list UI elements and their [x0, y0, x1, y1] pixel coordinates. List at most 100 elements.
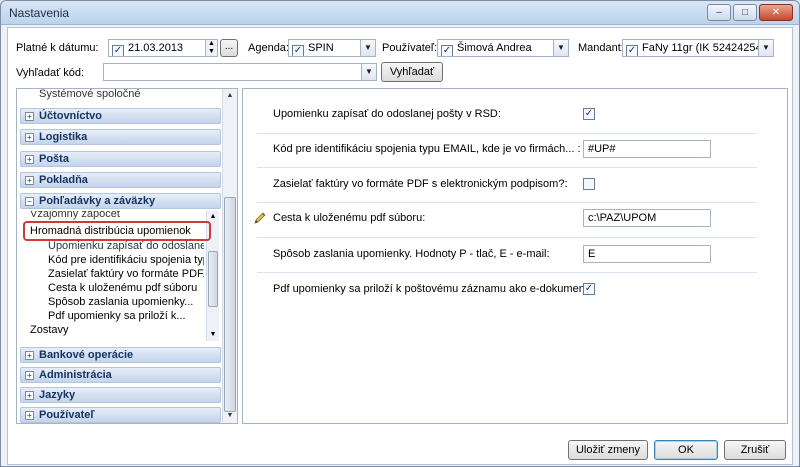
- setting-label: Kód pre identifikáciu spojenia typu EMAI…: [273, 143, 581, 155]
- mandant-label: Mandant:: [578, 42, 624, 54]
- tree-group-label: Používateľ: [39, 409, 95, 421]
- tree-group-jazyky[interactable]: + Jazyky: [20, 387, 221, 403]
- setting-label: Pdf upomienky sa priloží k poštovému záz…: [273, 283, 591, 295]
- user-value: Šimová Andrea: [457, 42, 532, 54]
- collapse-icon[interactable]: −: [25, 197, 34, 206]
- date-more-button[interactable]: ...: [220, 39, 238, 57]
- expand-icon[interactable]: +: [25, 371, 34, 380]
- tree-scrollbar[interactable]: ▲ ▼: [222, 89, 237, 423]
- user-label: Používateľ:: [382, 42, 438, 54]
- setting-row: Spôsob zaslania upomienky. Hodnoty P - t…: [243, 239, 787, 271]
- tree-group-label: Pošta: [39, 153, 69, 165]
- pencil-icon: [254, 212, 266, 224]
- setting-row: Upomienku zapísať do odoslanej pošty v R…: [243, 99, 787, 131]
- settings-window: Nastavenia ‒ □ ✕ Platné k dátumu: ✓ 21.03…: [0, 0, 800, 467]
- date-value: 21.03.2013: [128, 42, 184, 54]
- setting-label: Zasielať faktúry vo formáte PDF s elektr…: [273, 178, 568, 190]
- tree-child-item[interactable]: Kód pre identifikáciu spojenia typu...: [48, 254, 204, 266]
- scroll-up-icon[interactable]: ▲: [223, 89, 237, 103]
- tree-group-posta[interactable]: + Pošta: [20, 151, 221, 167]
- tree-group-logistika[interactable]: + Logistika: [20, 129, 221, 145]
- agenda-label: Agenda:: [248, 42, 289, 54]
- date-field[interactable]: ✓ 21.03.2013 ▲ ▼: [108, 39, 218, 57]
- user-select[interactable]: ✓ Šimová Andrea ▼: [437, 39, 569, 57]
- settings-detail-panel: Upomienku zapísať do odoslanej pošty v R…: [242, 88, 788, 424]
- row-divider: [257, 272, 757, 273]
- tree-scroll-thumb[interactable]: [224, 197, 236, 412]
- tree-item-vzajomny-zapocet[interactable]: Vzájomný zápočet: [30, 211, 120, 220]
- tree-group-uctovnictvo[interactable]: + Účtovníctvo: [20, 108, 221, 124]
- row-divider: [257, 167, 757, 168]
- user-checkbox[interactable]: ✓: [441, 45, 453, 56]
- expand-icon[interactable]: +: [25, 112, 34, 121]
- settings-tree: Systémové spoločné + Účtovníctvo + Logisti…: [16, 88, 238, 424]
- scroll-down-icon[interactable]: ▼: [223, 409, 237, 423]
- search-button[interactable]: Vyhľadať: [381, 62, 443, 82]
- expand-icon[interactable]: +: [25, 411, 34, 420]
- expand-icon[interactable]: +: [25, 176, 34, 185]
- scroll-down-icon[interactable]: ▼: [207, 329, 219, 341]
- agenda-value: SPIN: [308, 42, 334, 54]
- mandant-select[interactable]: ✓ FaNy 11gr (IK 524242541 ▼: [622, 39, 774, 57]
- save-changes-button[interactable]: Uložiť zmeny: [568, 440, 648, 460]
- setting-row: Zasielať faktúry vo formáte PDF s elektr…: [243, 169, 787, 201]
- tree-child-item[interactable]: Upomienku zapísať do odoslanej...: [48, 240, 204, 252]
- tree-group-label: Účtovníctvo: [39, 110, 102, 122]
- tree-child-item[interactable]: Spôsob zaslania upomienky...: [48, 296, 204, 308]
- mandant-value: FaNy 11gr (IK 524242541: [642, 42, 768, 54]
- tree-child-item[interactable]: Cesta k uloženému pdf súboru: [48, 282, 204, 294]
- tree-group-label: Jazyky: [39, 389, 76, 401]
- chevron-down-icon[interactable]: ▼: [360, 40, 375, 56]
- tree-group-bankove[interactable]: + Bankové operácie: [20, 347, 221, 363]
- search-label: Vyhľadať kód:: [16, 67, 85, 79]
- tree-child-item[interactable]: Zasielať faktúry vo formáte PDF...: [48, 268, 204, 280]
- tree-group-pokladna[interactable]: + Pokladňa: [20, 172, 221, 188]
- setting-row: Cesta k uloženému pdf súboru: c:\PAZ\UPO…: [243, 203, 787, 235]
- agenda-checkbox[interactable]: ✓: [292, 45, 304, 56]
- tree-group-label: Pokladňa: [39, 174, 88, 186]
- expand-icon[interactable]: +: [25, 391, 34, 400]
- chevron-down-icon[interactable]: ▼: [361, 64, 376, 80]
- tree-group-label: Administrácia: [39, 369, 112, 381]
- tree-group-pouzivatel[interactable]: + Používateľ: [20, 407, 221, 423]
- cancel-button[interactable]: Zrušiť: [724, 440, 786, 460]
- row-divider: [257, 237, 757, 238]
- tree-group-administracia[interactable]: + Administrácia: [20, 367, 221, 383]
- selection-highlight: [23, 221, 211, 241]
- setting-text-input[interactable]: #UP#: [583, 140, 711, 158]
- date-label: Platné k dátumu:: [16, 42, 99, 54]
- setting-checkbox[interactable]: [583, 178, 595, 190]
- setting-label: Cesta k uloženému pdf súboru:: [273, 212, 426, 224]
- window-title: Nastavenia: [9, 6, 70, 20]
- setting-row: Pdf upomienky sa priloží k poštovému záz…: [243, 274, 787, 306]
- setting-label: Spôsob zaslania upomienky. Hodnoty P - t…: [273, 248, 550, 260]
- setting-checkbox[interactable]: ✓: [583, 283, 595, 295]
- date-spinner[interactable]: ▲ ▼: [205, 40, 217, 56]
- close-button[interactable]: ✕: [759, 4, 793, 21]
- tree-item-zostavy[interactable]: Zostavy: [30, 324, 69, 336]
- maximize-button[interactable]: □: [733, 4, 757, 21]
- tree-child-item[interactable]: Pdf upomienky sa priloží k...: [48, 310, 204, 322]
- minimize-button[interactable]: ‒: [707, 4, 731, 21]
- tree-item-partial[interactable]: Systémové spoločné: [39, 89, 141, 100]
- expand-icon[interactable]: +: [25, 351, 34, 360]
- tree-group-label: Bankové operácie: [39, 349, 134, 361]
- mandant-checkbox[interactable]: ✓: [626, 45, 638, 56]
- search-input[interactable]: ▼: [103, 63, 377, 81]
- tree-group-label: Pohľadávky a záväzky: [39, 195, 156, 207]
- chevron-down-icon[interactable]: ▼: [758, 40, 773, 56]
- expand-icon[interactable]: +: [25, 133, 34, 142]
- setting-checkbox[interactable]: ✓: [583, 108, 595, 120]
- expand-icon[interactable]: +: [25, 155, 34, 164]
- dialog-client: Platné k dátumu: ✓ 21.03.2013 ▲ ▼ ... Agen…: [7, 27, 793, 465]
- agenda-select[interactable]: ✓ SPIN ▼: [288, 39, 376, 57]
- tree-group-pohladavky[interactable]: − Pohľadávky a záväzky: [20, 193, 221, 209]
- subtree-scroll-thumb[interactable]: [208, 251, 218, 307]
- setting-row: Kód pre identifikáciu spojenia typu EMAI…: [243, 134, 787, 166]
- tree-group-label: Logistika: [39, 131, 88, 143]
- setting-text-input[interactable]: E: [583, 245, 711, 263]
- chevron-down-icon[interactable]: ▼: [553, 40, 568, 56]
- setting-text-input[interactable]: c:\PAZ\UPOM: [583, 209, 711, 227]
- date-checkbox[interactable]: ✓: [112, 45, 124, 56]
- ok-button[interactable]: OK: [654, 440, 718, 460]
